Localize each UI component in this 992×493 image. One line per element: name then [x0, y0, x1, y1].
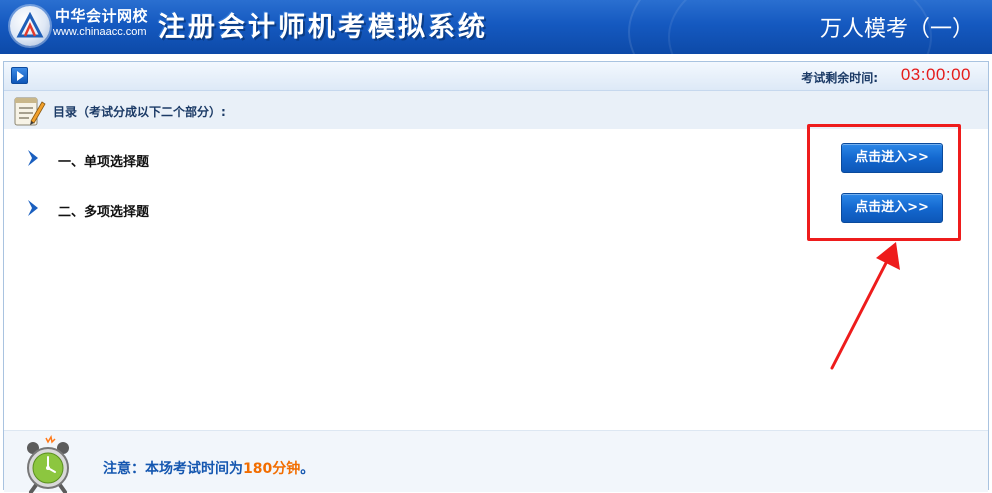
toolbar: 考试剩余时间: 03:00:00 — [4, 62, 988, 91]
annotation-arrow-icon — [830, 242, 900, 370]
timer-value: 03:00:00 — [900, 65, 971, 84]
play-icon[interactable] — [11, 67, 28, 84]
notepad-pencil-icon — [14, 97, 46, 126]
exam-name: 万人模考（一） — [819, 17, 974, 42]
alarm-clock-icon — [27, 435, 69, 493]
chevron-right-icon — [28, 150, 38, 166]
directory-title: 目录（考试分成以下二个部分）: — [53, 105, 226, 119]
chevron-right-icon — [28, 200, 38, 216]
notice-suffix: 。 — [300, 461, 315, 477]
system-title: 注册会计师机考模拟系统 — [158, 12, 488, 43]
school-logo-icon — [10, 6, 50, 46]
section-label: 二、多项选择题 — [58, 205, 150, 220]
section-label: 一、单项选择题 — [58, 155, 150, 170]
logo-name: 中华会计网校 — [55, 7, 149, 25]
notice-prefix: 注意：本场考试时间为 — [103, 461, 243, 477]
timer-label: 考试剩余时间: — [801, 71, 878, 85]
highlight-box — [807, 124, 961, 241]
app-header: 中华会计网校 www.chinaacc.com 注册会计师机考模拟系统 万人模考… — [0, 0, 992, 54]
logo-url: www.chinaacc.com — [53, 26, 147, 38]
exam-duration-notice: 注意：本场考试时间为180分钟。 — [103, 458, 314, 478]
notice-duration: 180分钟 — [243, 461, 301, 477]
notice-bar: 注意：本场考试时间为180分钟。 — [4, 430, 988, 493]
